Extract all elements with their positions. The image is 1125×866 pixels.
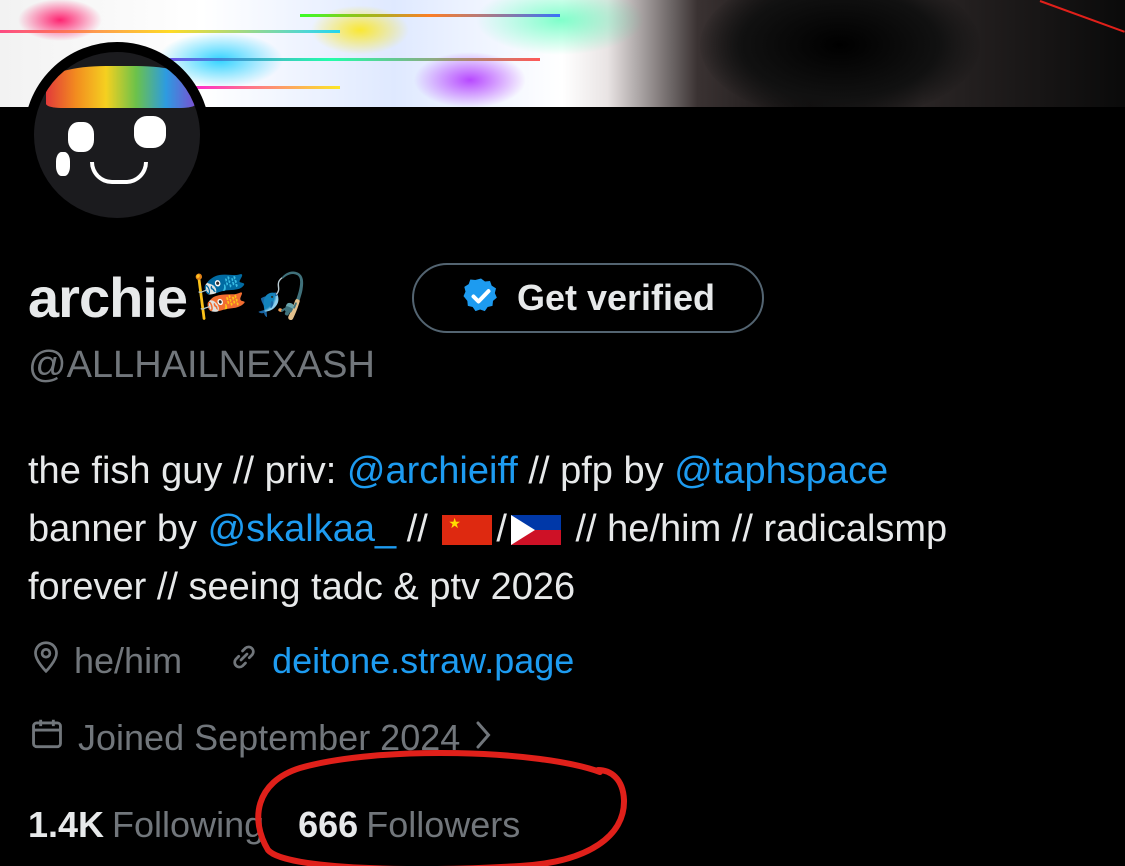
bio-text: the fish guy // priv:: [28, 450, 347, 492]
chevron-right-icon: [472, 717, 496, 759]
location-item: he/him: [28, 639, 182, 684]
mention-link[interactable]: @skalkaa_: [208, 508, 397, 550]
user-handle: @ALLHAILNEXASH: [28, 344, 375, 386]
display-name: archie: [28, 265, 188, 329]
carp-streamer-emoji: 🎏: [193, 272, 248, 321]
verified-badge-icon: [461, 276, 501, 321]
following-stat[interactable]: 1.4K Following: [28, 804, 264, 846]
bio-text: /: [496, 508, 507, 550]
location-text: he/him: [74, 640, 183, 681]
china-flag-icon: [442, 515, 493, 545]
bio-text: banner by: [28, 508, 208, 550]
link-icon: [226, 639, 262, 684]
avatar[interactable]: [24, 42, 210, 228]
mention-link[interactable]: @taphspace: [674, 450, 888, 492]
bio-text: // he/him // radicalsmp: [564, 508, 948, 550]
bio-text: //: [396, 508, 439, 550]
joined-row[interactable]: Joined September 2024: [28, 713, 496, 763]
bio: the fish guy // priv: @archieiff // pfp …: [28, 442, 1108, 616]
philippines-flag-icon: [510, 515, 561, 545]
bio-text: // pfp by: [517, 450, 675, 492]
website-link[interactable]: deitone.straw.page: [272, 640, 574, 682]
bio-text: forever // seeing tadc & ptv 2026: [28, 566, 576, 608]
following-label: Following: [112, 804, 265, 845]
followers-label: Followers: [366, 804, 521, 845]
joined-date: Joined September 2024: [78, 717, 461, 758]
fishing-pole-emoji: 🎣: [253, 272, 309, 321]
following-count: 1.4K: [28, 804, 105, 845]
profile-meta: he/him deitone.straw.page: [28, 636, 618, 686]
get-verified-label: Get verified: [516, 277, 716, 318]
followers-count: 666: [298, 804, 359, 845]
calendar-icon: [28, 715, 66, 762]
website-item[interactable]: deitone.straw.page: [226, 639, 574, 684]
follow-stats: 1.4K Following 666 Followers: [28, 800, 554, 850]
followers-stat[interactable]: 666 Followers: [298, 804, 520, 846]
get-verified-button[interactable]: Get verified: [412, 263, 764, 333]
location-pin-icon: [28, 639, 64, 684]
name-row: archie 🎏 🎣: [28, 262, 309, 332]
mention-link[interactable]: @archieiff: [347, 450, 518, 492]
